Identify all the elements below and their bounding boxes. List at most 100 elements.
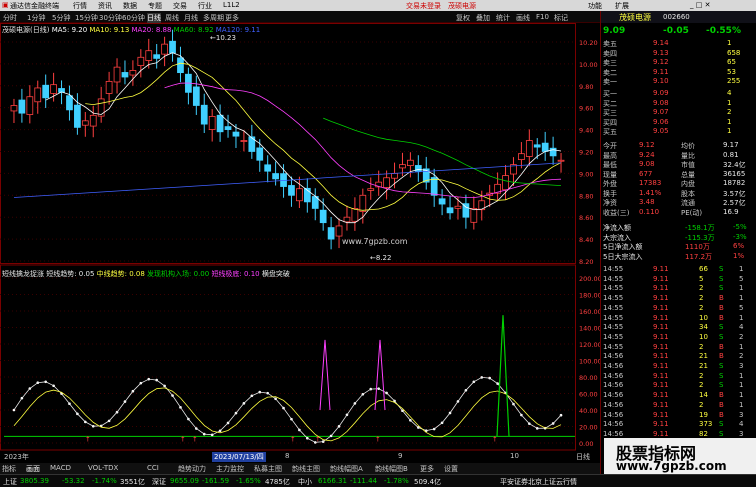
tick-volume: 14: [699, 391, 708, 400]
tick-count: 3: [739, 362, 744, 370]
sh-label[interactable]: 上证: [3, 477, 17, 487]
candle-body: [359, 194, 367, 212]
menu-item-l1l2[interactable]: L1L2: [223, 1, 240, 9]
bid-row-4[interactable]: 买五 9.05 1: [601, 127, 749, 136]
menu-item-zx[interactable]: 资讯: [98, 1, 112, 11]
tab-indicator-0[interactable]: 指标: [2, 464, 16, 474]
ask-row-4[interactable]: 卖一 9.10 255: [601, 77, 749, 86]
btn-diejia[interactable]: 叠加: [476, 13, 490, 23]
tab-period-multi[interactable]: 多周期: [203, 13, 224, 23]
tick-direction: S: [719, 371, 724, 380]
kline-chart-svg[interactable]: 10.20 10.00 9.80 9.60 9.40 9.20 9.00 8.80 8.60 8.…: [0, 23, 600, 463]
ask-row-0[interactable]: 卖五 9.14 1: [601, 39, 749, 48]
flow-pct: 6%: [733, 242, 745, 250]
tab-period-30m[interactable]: 30分钟: [99, 13, 122, 23]
btn-huaxian[interactable]: 画线: [516, 13, 530, 23]
ask-row-2[interactable]: 卖三 9.12 65: [601, 58, 749, 67]
candle-body: [541, 142, 549, 152]
tab-indicator-11[interactable]: 更多: [420, 464, 434, 474]
tick-volume: 21: [699, 362, 708, 370]
candle-body: [232, 131, 240, 137]
tab-indicator-12[interactable]: 设置: [444, 464, 458, 474]
login-status[interactable]: 交易未登录: [406, 1, 441, 11]
zx-label[interactable]: 中小: [298, 477, 312, 487]
menu-item-hy[interactable]: 行业: [198, 1, 212, 11]
btn-biaoji[interactable]: 标记: [554, 13, 568, 23]
tab-indicator-9[interactable]: 韵线幅图A: [330, 464, 363, 474]
bid-price: 9.05: [653, 127, 669, 135]
tab-period-week[interactable]: 周线: [165, 13, 179, 23]
ask-price: 9.14: [653, 39, 669, 47]
btn-fuquan[interactable]: 复权: [456, 13, 470, 23]
tick-count: 1: [739, 284, 744, 293]
bid-row-2[interactable]: 买三 9.07 2: [601, 108, 749, 117]
tab-period-1m[interactable]: 1分钟: [27, 13, 45, 23]
tick-count: 4: [739, 420, 744, 429]
tab-period-fs[interactable]: 分时: [3, 13, 17, 23]
candle-body: [525, 140, 533, 157]
menu-item-gn[interactable]: 功能: [588, 1, 602, 11]
tick-count: 4: [739, 323, 744, 332]
tab-indicator-7[interactable]: 私募主图: [254, 464, 282, 474]
tick-price: 9.11: [653, 265, 669, 273]
bid-row-0[interactable]: 买一 9.09 4: [601, 89, 749, 98]
stat-value: 36165: [723, 169, 746, 178]
menu-item-hq[interactable]: 行情: [73, 1, 87, 11]
tab-indicator-6[interactable]: 主力监控: [216, 464, 244, 474]
indicator-legend-2: 发现机构入场: 0.00: [147, 270, 212, 278]
stat-value: 9.24: [639, 150, 655, 159]
tab-period-month[interactable]: 月线: [184, 13, 198, 23]
sz-label[interactable]: 深证: [152, 477, 166, 487]
tick-price: 9.11: [653, 274, 669, 283]
tick-direction: S: [719, 265, 724, 273]
tick-price: 9.11: [653, 429, 669, 438]
tab-period-15m[interactable]: 15分钟: [75, 13, 98, 23]
tab-period-day[interactable]: 日线: [147, 13, 161, 23]
menu-item-zt[interactable]: 专题: [148, 1, 162, 11]
stat-row: 外盘 17383 内盘 18782: [601, 179, 749, 188]
candle-body: [161, 43, 168, 55]
price-axis-label: 8.80: [579, 192, 593, 200]
candle-body: [399, 164, 406, 169]
window-controls[interactable]: _ □ ✕: [690, 1, 710, 9]
chart-area[interactable]: 10.20 10.00 9.80 9.60 9.40 9.20 9.00 8.80 8.60 8.…: [0, 23, 600, 474]
tick-time: 14:56: [603, 400, 624, 409]
tab-indicator-1[interactable]: 画面: [26, 464, 40, 474]
menu-item-sj[interactable]: 数据: [123, 1, 137, 11]
candle-body: [97, 98, 105, 117]
candle-body: [81, 120, 89, 126]
tab-period-more[interactable]: 更多: [225, 13, 239, 23]
tab-indicator-10[interactable]: 韵线幅图B: [375, 464, 408, 474]
tick-direction: S: [719, 381, 724, 390]
tab-indicator-2[interactable]: MACD: [50, 464, 71, 472]
btn-f10[interactable]: F10: [536, 13, 549, 21]
btn-tongji[interactable]: 统计: [496, 13, 510, 23]
ask-row-3[interactable]: 卖二 9.11 53: [601, 68, 749, 77]
ma-legend-1: MA10: 9.13: [87, 26, 130, 34]
tab-indicator-5[interactable]: 趋势动力: [178, 464, 206, 474]
tab-period-60m[interactable]: 60分钟: [122, 13, 145, 23]
ask-price: 9.13: [653, 48, 669, 57]
sz-pct: -1.65%: [236, 477, 261, 485]
ad-banner[interactable]: 股票指标网 www.7gpzb.com: [604, 438, 756, 474]
tab-indicator-8[interactable]: 韵线主图: [292, 464, 320, 474]
bid-row-3[interactable]: 买四 9.06 1: [601, 118, 749, 127]
menu-item-jy[interactable]: 交易: [173, 1, 187, 11]
low-label: ←8.22: [370, 254, 392, 262]
tick-direction: B: [719, 303, 724, 312]
stat-label: 总量: [681, 170, 695, 179]
tick-price: 9.11: [653, 313, 669, 322]
menu-item-kz[interactable]: 扩展: [615, 1, 629, 11]
ask-row-1[interactable]: 卖四 9.13 658: [601, 49, 749, 58]
tab-indicator-4[interactable]: CCI: [147, 464, 159, 472]
tab-indicator-3[interactable]: VOL-TDX: [88, 464, 118, 472]
tick-price: 9.11: [653, 381, 669, 390]
tick-list[interactable]: 14:55 9.11 66 S 1 14:55 9.11 5 S 5 14:55 9.11 2 S 1 14:…: [601, 265, 756, 445]
bid-volume: 1: [727, 127, 732, 135]
bid-row-1[interactable]: 买二 9.08 1: [601, 99, 749, 108]
tab-period-5m[interactable]: 5分钟: [52, 13, 70, 23]
sh-amount: 3551亿: [120, 478, 145, 486]
tick-volume: 373: [699, 420, 713, 429]
candle-body: [200, 104, 208, 125]
flow-value: -115.3万: [685, 233, 715, 242]
